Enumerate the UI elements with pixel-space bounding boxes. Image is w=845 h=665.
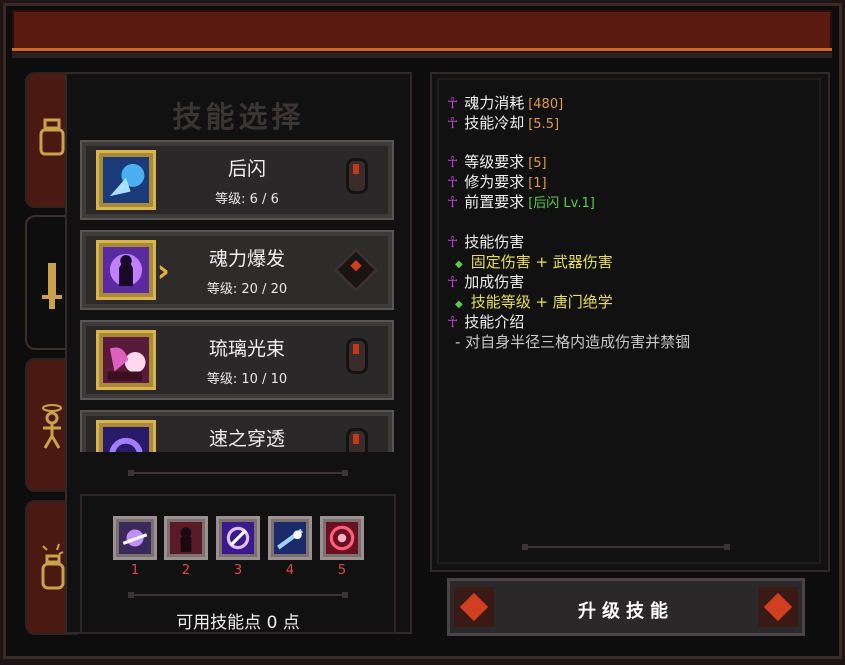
info-soul-cost: ☥ 魂力消耗 [480] (447, 94, 564, 112)
hotbar-slot-number: 5 (337, 563, 347, 578)
skill-level: 等级: 10 / 10 (206, 372, 288, 387)
divider (128, 592, 348, 598)
figure-icon (39, 404, 65, 457)
skill-name: 后闪 (227, 158, 266, 180)
sword-icon (39, 261, 65, 318)
info-cooldown: ☥ 技能冷却 [5.5] (447, 114, 560, 132)
upgrade-skill-label: 升级技能 (578, 601, 674, 622)
potion-icon (39, 542, 67, 599)
ankh-icon: ☥ (447, 114, 459, 132)
skill-slot-indicator (346, 338, 368, 374)
title-bar (12, 10, 832, 50)
skill-card[interactable]: 后闪 等级: 6 / 6 (80, 140, 394, 220)
hotbar-slot-4[interactable] (268, 516, 312, 560)
hotbar-slot-number: 2 (181, 563, 191, 578)
hotbar-slot-3[interactable] (216, 516, 260, 560)
skill-icon-backflash (96, 150, 156, 210)
skill-card[interactable]: 琉璃光束 等级: 10 / 10 (80, 320, 394, 400)
skill-level: 等级: 6 / 6 (215, 192, 279, 207)
ankh-icon: ☥ (447, 273, 459, 291)
info-bonus-damage: ☥ 加成伤害 (447, 273, 525, 291)
info-damage: ☥ 技能伤害 (447, 233, 525, 251)
divider (522, 544, 730, 550)
gem-icon: ◆ (455, 299, 463, 310)
skill-level: 等级: 20 / 20 (206, 282, 288, 297)
skill-name: 琉璃光束 (208, 338, 285, 360)
hotbar-slot-5[interactable] (320, 516, 364, 560)
ankh-icon: ☥ (447, 173, 459, 191)
bonus-formula: ◆ 技能等级 + 唐门绝学 (455, 293, 613, 311)
info-level-req: ☥ 等级要求 [5] (447, 153, 547, 171)
title-bar-accent (12, 48, 832, 51)
ankh-icon: ☥ (447, 153, 459, 171)
skill-list[interactable]: 后闪 等级: 6 / 6 ›› 魂力爆发 等级: 20 / 20 琉璃光束 等级… (80, 140, 394, 452)
skill-description: - 对自身半径三格内造成伤害并禁锢 (455, 333, 691, 351)
frame-divider (12, 52, 832, 58)
hotbar-slot-number: 4 (285, 563, 295, 578)
pot-icon (39, 118, 65, 165)
info-prereq: ☥ 前置要求 [后闪 Lv.1] (447, 193, 595, 211)
hotbar-slot-2[interactable] (164, 516, 208, 560)
skill-slot-indicator (346, 428, 368, 452)
ankh-icon: ☥ (447, 313, 459, 331)
ankh-icon: ☥ (447, 193, 459, 211)
hotbar-slot-1[interactable] (113, 516, 157, 560)
skill-points-text: 可用技能点 0 点 (176, 613, 300, 633)
skill-icon-soul-burst (96, 240, 156, 300)
upgrade-skill-button[interactable]: 升级技能 (447, 578, 805, 636)
gem-icon: ◆ (455, 259, 463, 270)
ankh-icon: ☥ (447, 233, 459, 251)
skill-card[interactable]: 速之穿透 (80, 410, 394, 452)
skill-icon-swift-pierce (96, 420, 156, 452)
divider (128, 470, 348, 476)
skill-card-selected[interactable]: ›› 魂力爆发 等级: 20 / 20 (80, 230, 394, 310)
panel-title: 技能选择 (172, 100, 305, 134)
skill-name: 魂力爆发 (208, 248, 285, 270)
info-cultivation-req: ☥ 修为要求 [1] (447, 173, 547, 191)
skill-slot-indicator (346, 158, 368, 194)
damage-formula: ◆ 固定伤害 + 武器伤害 (455, 253, 613, 271)
hotbar-slot-number: 1 (130, 563, 140, 578)
skill-icon-glaze-beam (96, 330, 156, 390)
skill-name: 速之穿透 (208, 428, 285, 450)
hotbar-slot-number: 3 (233, 563, 243, 578)
info-intro: ☥ 技能介绍 (447, 313, 525, 331)
selected-arrow-icon: ›› (157, 254, 167, 289)
ankh-icon: ☥ (447, 94, 459, 112)
